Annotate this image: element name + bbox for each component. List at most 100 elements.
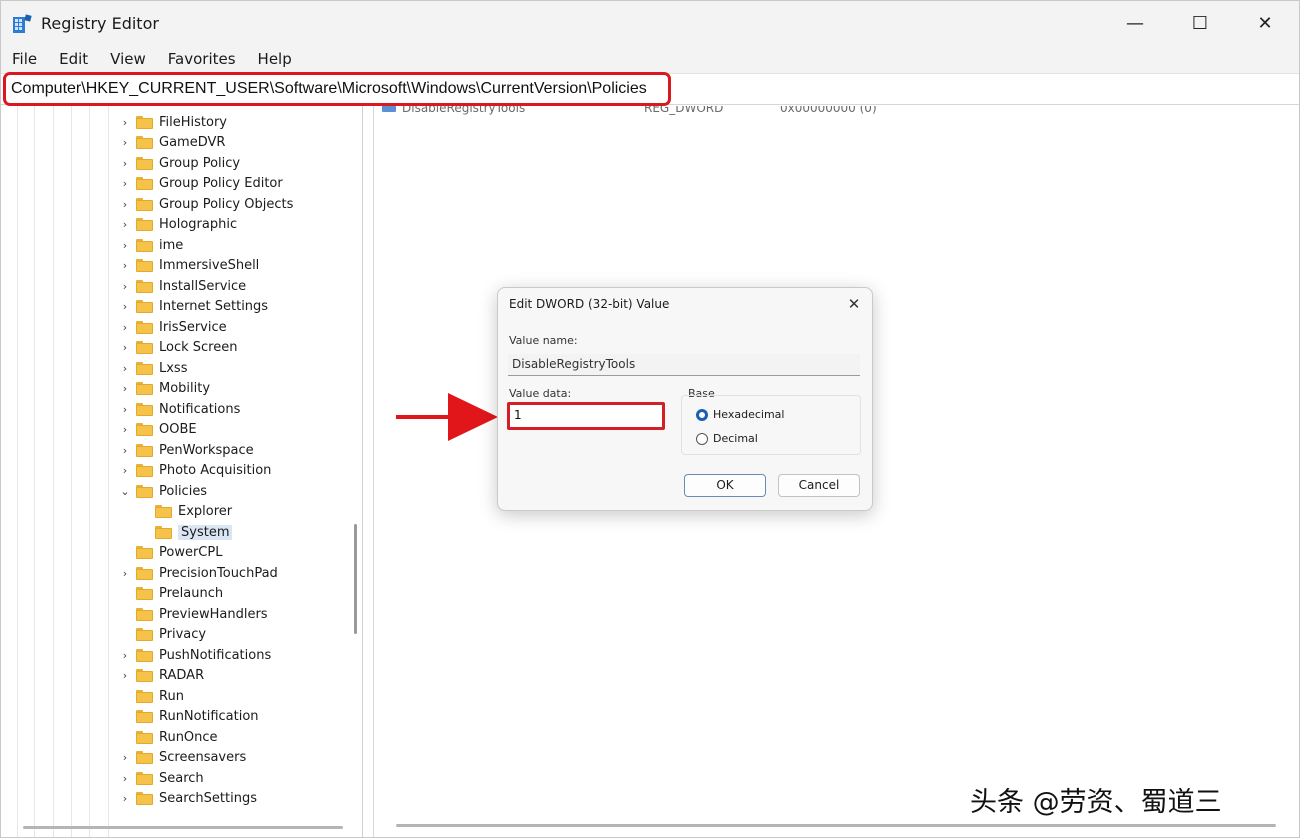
- tree-item[interactable]: › Lxss: [118, 358, 188, 378]
- title-bar: Registry Editor — ☐ ✕: [1, 1, 1299, 45]
- tree-item[interactable]: › Group Policy Editor: [118, 174, 283, 194]
- address-path-input[interactable]: Computer\HKEY_CURRENT_USER\Software\Micr…: [3, 72, 671, 106]
- tree-item[interactable]: RunNotification: [118, 707, 259, 727]
- menu-help[interactable]: Help: [251, 46, 299, 72]
- tree-item-label: RADAR: [159, 668, 205, 683]
- value-row[interactable]: DisableRegistryTools REG_DWORD 0x0000000…: [382, 106, 1082, 118]
- chevron-right-icon[interactable]: ›: [118, 218, 132, 231]
- tree-item[interactable]: › ImmersiveShell: [118, 256, 260, 276]
- tree-horizontal-scrollbar[interactable]: [23, 826, 343, 829]
- menu-view[interactable]: View: [103, 46, 153, 72]
- chevron-right-icon[interactable]: ›: [118, 116, 132, 129]
- cancel-button[interactable]: Cancel: [778, 474, 860, 497]
- tree-item[interactable]: › Internet Settings: [118, 297, 268, 317]
- close-window-button[interactable]: ✕: [1231, 1, 1299, 45]
- chevron-right-icon[interactable]: ›: [118, 772, 132, 785]
- address-bar: Computer\HKEY_CURRENT_USER\Software\Micr…: [1, 72, 1299, 106]
- chevron-right-icon[interactable]: ›: [118, 280, 132, 293]
- menu-favorites[interactable]: Favorites: [161, 46, 243, 72]
- tree-item[interactable]: › IrisService: [118, 317, 227, 337]
- tree-item[interactable]: › Photo Acquisition: [118, 461, 272, 481]
- value-data-input[interactable]: 1: [507, 402, 665, 430]
- tree-vertical-scrollbar[interactable]: [354, 524, 357, 634]
- folder-icon: [136, 402, 153, 416]
- maximize-button[interactable]: ☐: [1166, 1, 1234, 45]
- tree-item[interactable]: › Holographic: [118, 215, 237, 235]
- chevron-right-icon[interactable]: ›: [118, 382, 132, 395]
- tree-item[interactable]: Prelaunch: [118, 584, 223, 604]
- tree-item-label: Privacy: [159, 627, 207, 642]
- chevron-right-icon[interactable]: ›: [118, 198, 132, 211]
- tree-item-label: Lock Screen: [159, 340, 238, 355]
- tree-item[interactable]: › FileHistory: [118, 112, 227, 132]
- values-horizontal-scrollbar[interactable]: [396, 824, 1276, 827]
- tree-item[interactable]: Privacy: [118, 625, 206, 645]
- menu-edit[interactable]: Edit: [52, 46, 95, 72]
- tree-item[interactable]: › Lock Screen: [118, 338, 238, 358]
- tree-item[interactable]: › Screensavers: [118, 748, 246, 768]
- chevron-right-icon[interactable]: ›: [118, 567, 132, 580]
- chevron-right-icon[interactable]: ›: [118, 177, 132, 190]
- chevron-right-icon[interactable]: ›: [118, 362, 132, 375]
- tree-item[interactable]: › Mobility: [118, 379, 210, 399]
- folder-icon: [136, 218, 153, 231]
- tree-item[interactable]: › Group Policy: [118, 153, 240, 173]
- tree-item[interactable]: › Notifications: [118, 399, 241, 419]
- tree-item[interactable]: Explorer: [137, 502, 232, 522]
- folder-icon: [136, 730, 153, 744]
- tree-item-label: SearchSettings: [159, 791, 257, 806]
- chevron-right-icon[interactable]: ›: [118, 259, 132, 272]
- tree-item[interactable]: PowerCPL: [118, 543, 222, 563]
- key-tree-pane[interactable]: › FileHistory › GameDVR › Group Policy › Group …: [1, 106, 363, 837]
- radio-decimal-label: Decimal: [713, 432, 758, 445]
- tree-item-label: RunNotification: [159, 709, 259, 724]
- tree-item[interactable]: › PushNotifications: [118, 645, 271, 665]
- tree-item[interactable]: › GameDVR: [118, 133, 226, 153]
- chevron-right-icon[interactable]: ›: [118, 403, 132, 416]
- tree-item[interactable]: › PenWorkspace: [118, 440, 254, 460]
- tree-item[interactable]: › Search: [118, 768, 204, 788]
- chevron-right-icon[interactable]: ›: [118, 423, 132, 436]
- radio-decimal[interactable]: Decimal: [696, 432, 758, 445]
- chevron-right-icon[interactable]: ›: [118, 341, 132, 354]
- tree-item[interactable]: › SearchSettings: [118, 789, 257, 809]
- edit-dword-dialog: Edit DWORD (32-bit) Value ✕ Value name: …: [497, 287, 873, 511]
- chevron-right-icon[interactable]: ›: [118, 792, 132, 805]
- chevron-right-icon[interactable]: ›: [118, 669, 132, 682]
- tree-item[interactable]: ⌄ Policies: [118, 481, 207, 501]
- chevron-right-icon[interactable]: ›: [118, 300, 132, 313]
- ok-button[interactable]: OK: [684, 474, 766, 497]
- chevron-down-icon[interactable]: ⌄: [118, 485, 132, 498]
- tree-item[interactable]: PreviewHandlers: [118, 604, 268, 624]
- chevron-right-icon[interactable]: ›: [118, 751, 132, 764]
- tree-item[interactable]: Run: [118, 686, 184, 706]
- chevron-right-icon[interactable]: ›: [118, 321, 132, 334]
- tree-item[interactable]: › InstallService: [118, 276, 246, 296]
- chevron-right-icon[interactable]: ›: [118, 157, 132, 170]
- dialog-title: Edit DWORD (32-bit) Value: [509, 297, 670, 311]
- tree-item[interactable]: › ime: [118, 235, 183, 255]
- chevron-right-icon[interactable]: ›: [118, 239, 132, 252]
- tree-item-label: Notifications: [159, 401, 241, 417]
- folder-icon: [136, 320, 153, 334]
- tree-item-label: Mobility: [159, 381, 211, 396]
- chevron-right-icon[interactable]: ›: [118, 136, 132, 149]
- tree-item[interactable]: › PrecisionTouchPad: [118, 563, 278, 583]
- tree-item[interactable]: › Group Policy Objects: [118, 194, 294, 214]
- chevron-right-icon[interactable]: ›: [118, 444, 132, 457]
- chevron-right-icon[interactable]: ›: [118, 464, 132, 477]
- tree-item[interactable]: RunOnce: [118, 727, 218, 747]
- folder-icon: [136, 648, 153, 662]
- tree-item[interactable]: › RADAR: [118, 666, 204, 686]
- tree-item[interactable]: › OOBE: [118, 420, 197, 440]
- tree-item-label: FileHistory: [159, 114, 228, 130]
- tree-item-label: PenWorkspace: [159, 442, 254, 458]
- menu-file[interactable]: File: [5, 46, 44, 72]
- tree-item[interactable]: System: [137, 522, 233, 542]
- folder-icon: [136, 771, 153, 785]
- radio-hexadecimal[interactable]: Hexadecimal: [696, 408, 784, 421]
- chevron-right-icon[interactable]: ›: [118, 649, 132, 662]
- dialog-close-button[interactable]: ✕: [843, 293, 865, 315]
- menu-bar: File Edit View Favorites Help: [1, 45, 1299, 73]
- minimize-button[interactable]: —: [1101, 1, 1169, 45]
